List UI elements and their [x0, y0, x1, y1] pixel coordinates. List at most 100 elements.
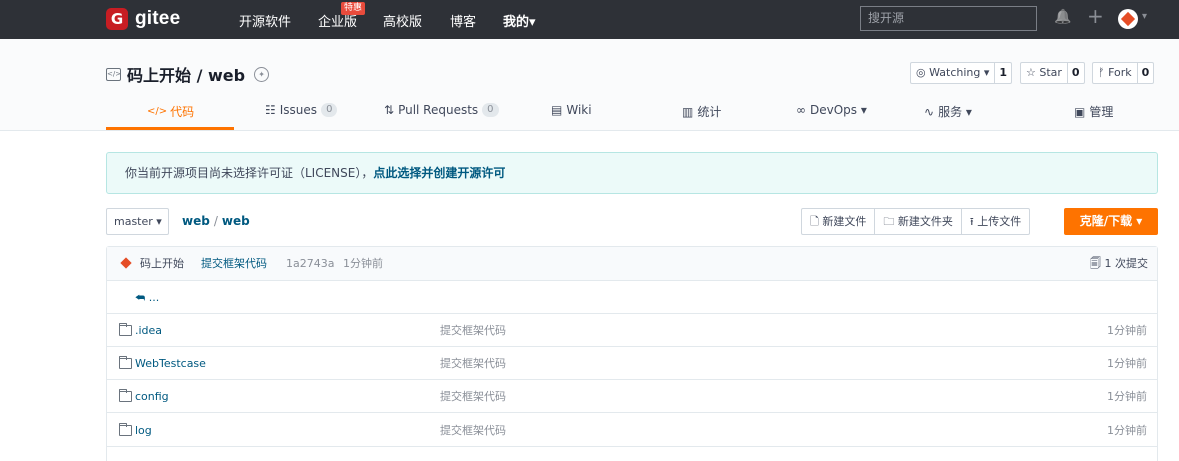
- watching-button[interactable]: ◎ Watching ▾ 1: [910, 62, 1013, 84]
- watching-count: 1: [994, 63, 1011, 83]
- nav-promo-badge: 特惠: [341, 2, 366, 15]
- tab-stats-label: 统计: [697, 105, 722, 119]
- latest-commit-row: 码上开始 提交框架代码 1a2743a 1分钟前 🗐 1 次提交: [107, 247, 1157, 281]
- nav-mine-caret-icon: ▾: [529, 15, 536, 30]
- nav-education[interactable]: 高校版: [383, 11, 422, 30]
- branch-select[interactable]: master ▾: [106, 208, 169, 235]
- create-license-link[interactable]: 点此选择并创建开源许可: [373, 166, 505, 180]
- devops-icon: ∞: [796, 103, 806, 117]
- top-navbar: G gitee 开源软件 企业版 特惠 高校版 博客 我的▾ 搜开源 🔔 + ▾: [0, 0, 1179, 39]
- wiki-icon: ▤: [551, 103, 563, 117]
- fork-label: ᚠ Fork: [1098, 66, 1132, 79]
- commit-author-avatar: [120, 257, 132, 269]
- services-icon: ∿: [924, 104, 935, 119]
- license-notice: 你当前开源项目尚未选择许可证（LICENSE），点此选择并创建开源许可: [106, 152, 1158, 194]
- folder-icon: [119, 323, 132, 336]
- commit-message[interactable]: 提交框架代码: [201, 247, 267, 281]
- star-button[interactable]: ☆ Star 0: [1020, 62, 1085, 84]
- tab-code-label: 代码: [170, 105, 195, 119]
- issues-count-badge: 0: [321, 103, 338, 117]
- tab-pull-requests[interactable]: ⇅ Pull Requests 0: [384, 103, 499, 117]
- folder-icon: [119, 356, 132, 369]
- repo-code-icon: </>: [106, 67, 121, 81]
- repo-name[interactable]: 码上开始 / web: [127, 62, 245, 86]
- commit-author[interactable]: 码上开始: [140, 247, 184, 281]
- gitee-logo[interactable]: G gitee: [106, 7, 180, 31]
- search-input[interactable]: 搜开源: [860, 6, 1037, 31]
- file-commit-message[interactable]: 提交框架代码: [440, 380, 506, 413]
- file-time: 1分钟前: [1107, 424, 1147, 437]
- file-name[interactable]: WebTestcase: [135, 347, 206, 380]
- watching-label: ◎ Watching ▾: [916, 66, 990, 79]
- active-tab-indicator: [106, 127, 234, 130]
- commit-hash[interactable]: 1a2743a: [286, 247, 334, 281]
- pull-request-icon: ⇅: [384, 103, 395, 117]
- tab-wiki[interactable]: ▤ Wiki: [551, 103, 592, 117]
- breadcrumb-root[interactable]: web: [182, 214, 210, 228]
- file-list: 码上开始 提交框架代码 1a2743a 1分钟前 🗐 1 次提交 ⮪ ... .…: [106, 246, 1158, 461]
- gitee-logo-text: gitee: [135, 8, 181, 29]
- pull-requests-count-badge: 0: [482, 103, 499, 117]
- file-time: 1分钟前: [1107, 357, 1147, 370]
- fork-button[interactable]: ᚠ Fork 0: [1092, 62, 1155, 84]
- commit-time: 1分钟前: [343, 257, 383, 270]
- file-name[interactable]: config: [135, 380, 169, 413]
- nav-open-source[interactable]: 开源软件: [239, 11, 291, 30]
- repo-title: </> 码上开始 / web ✦: [106, 62, 270, 86]
- code-icon: </>: [147, 106, 168, 117]
- nav-mine-label: 我的: [503, 15, 530, 30]
- tab-issues[interactable]: ☷ Issues 0: [265, 103, 338, 117]
- tab-issues-label: Issues: [279, 103, 318, 117]
- tab-code[interactable]: </> 代码: [147, 103, 194, 120]
- clone-download-button[interactable]: 克隆/下载 ▾: [1064, 208, 1158, 235]
- file-row[interactable]: WebTestcase 提交框架代码 1分钟前: [107, 347, 1157, 380]
- recommend-badge-icon: ✦: [254, 66, 270, 82]
- user-avatar[interactable]: [1118, 9, 1138, 29]
- folder-icon: [119, 389, 132, 402]
- tab-devops-label: DevOps ▾: [810, 103, 867, 117]
- file-row[interactable]: log 提交框架代码 1分钟前: [107, 414, 1157, 447]
- file-commit-message[interactable]: 提交框架代码: [440, 347, 506, 380]
- file-row[interactable]: config 提交框架代码 1分钟前: [107, 380, 1157, 413]
- file-time: 1分钟前: [1107, 324, 1147, 337]
- star-label: ☆ Star: [1026, 66, 1062, 79]
- star-count: 0: [1066, 63, 1084, 83]
- issues-icon: ☷: [265, 103, 276, 117]
- avatar-caret-icon[interactable]: ▾: [1142, 11, 1147, 22]
- breadcrumb-current: web: [221, 214, 250, 228]
- create-plus-icon[interactable]: +: [1087, 4, 1104, 28]
- repo-header: </> 码上开始 / web ✦ ◎ Watching ▾ 1 ☆ Star 0…: [0, 39, 1179, 131]
- folder-icon: [119, 423, 132, 436]
- tab-devops[interactable]: ∞ DevOps ▾: [796, 103, 867, 117]
- file-actions-group: 🗋 新建文件 🗀 新建文件夹 ⭱ 上传文件: [801, 208, 1031, 235]
- breadcrumb-separator: /: [213, 214, 218, 228]
- file-name[interactable]: log: [135, 414, 152, 447]
- fork-count: 0: [1136, 63, 1154, 83]
- tab-stats[interactable]: ▥ 统计: [682, 103, 721, 120]
- parent-directory-link[interactable]: ⮪ ...: [107, 281, 1157, 314]
- file-row[interactable]: .idea 提交框架代码 1分钟前: [107, 314, 1157, 347]
- tab-wiki-label: Wiki: [566, 103, 592, 117]
- file-commit-message[interactable]: 提交框架代码: [440, 414, 506, 447]
- notification-bell-icon[interactable]: 🔔: [1054, 9, 1071, 25]
- upload-file-button[interactable]: ⭱ 上传文件: [960, 209, 1029, 234]
- breadcrumb: web / web: [182, 214, 250, 228]
- avatar-diamond-icon: [1120, 11, 1136, 27]
- tab-pull-requests-label: Pull Requests: [398, 103, 479, 117]
- tab-services[interactable]: ∿ 服务 ▾: [924, 103, 972, 120]
- new-file-button[interactable]: 🗋 新建文件: [802, 209, 874, 234]
- commit-count-link[interactable]: 🗐 1 次提交: [1090, 247, 1148, 281]
- tab-services-label: 服务 ▾: [938, 105, 972, 119]
- nav-mine[interactable]: 我的▾: [503, 11, 536, 30]
- gitee-logo-icon: G: [106, 8, 128, 30]
- file-name[interactable]: .idea: [135, 314, 162, 347]
- stats-icon: ▥: [682, 104, 694, 119]
- file-time: 1分钟前: [1107, 390, 1147, 403]
- tab-manage[interactable]: ▣ 管理: [1074, 103, 1113, 120]
- license-notice-text: 你当前开源项目尚未选择许可证（LICENSE），: [125, 166, 374, 180]
- manage-icon: ▣: [1074, 104, 1086, 119]
- file-commit-message[interactable]: 提交框架代码: [440, 314, 506, 347]
- nav-blog[interactable]: 博客: [450, 11, 476, 30]
- new-folder-button[interactable]: 🗀 新建文件夹: [874, 209, 961, 234]
- tab-manage-label: 管理: [1089, 105, 1114, 119]
